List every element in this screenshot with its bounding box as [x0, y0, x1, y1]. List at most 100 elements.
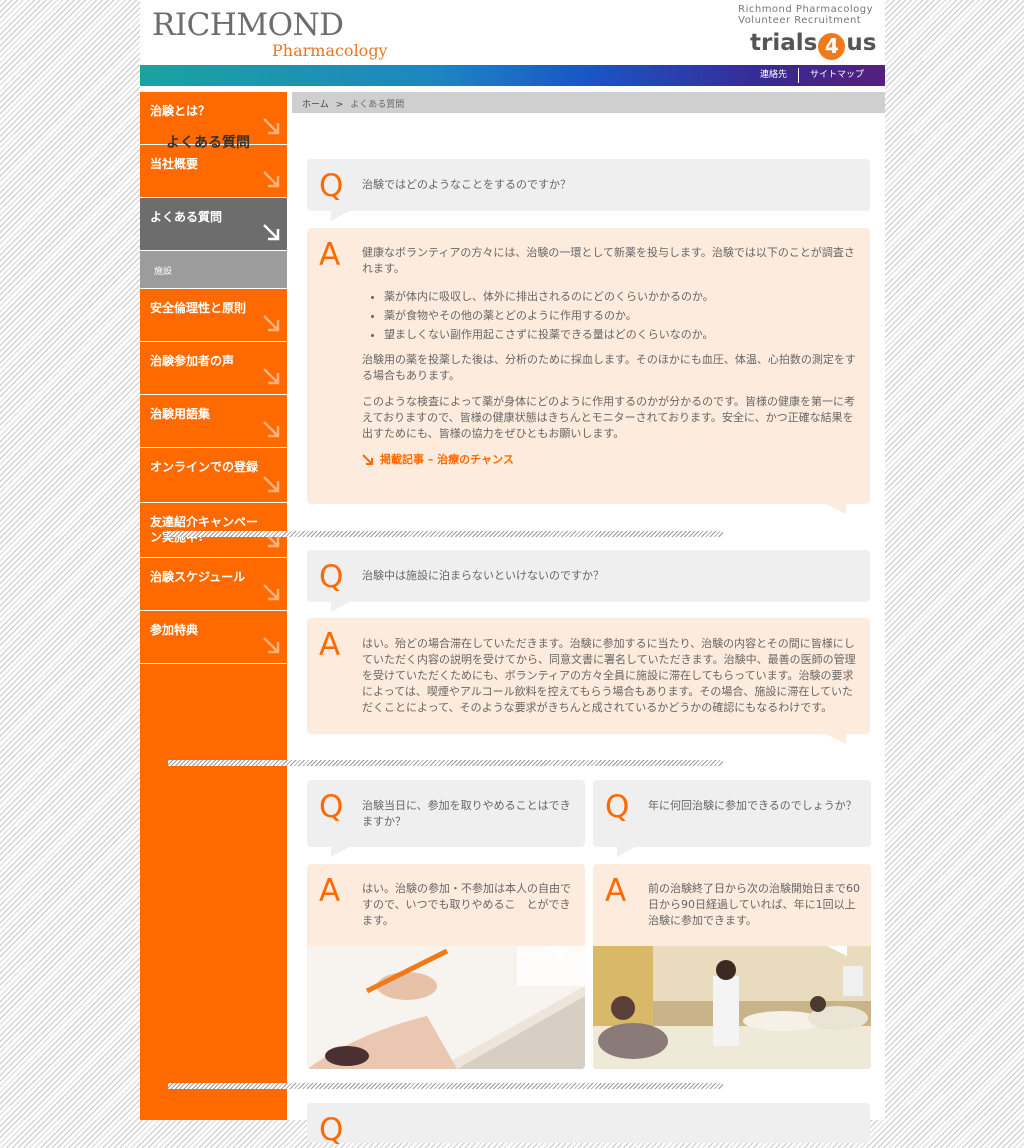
- site-header: RICHMOND Pharmacology Richmond Pharmacol…: [140, 0, 885, 65]
- answer-text: 前の治験終了日から次の治験開始日まで60日から90日経過していれば、年に1回以上…: [648, 882, 860, 927]
- logo-wordmark: RICHMOND: [152, 7, 344, 43]
- arrow-down-right-icon: [263, 421, 280, 438]
- divider: [168, 531, 723, 537]
- speech-tail: [826, 504, 846, 514]
- sidebar-item-faq[interactable]: よくある質問: [140, 198, 287, 251]
- arrow-down-right-icon: [263, 118, 280, 135]
- answer-text: はい。殆どの場合滞在していただきます。治験に参加するに当たり、治験の内容とその間…: [362, 637, 856, 714]
- speech-tail: [617, 847, 635, 857]
- question-box: Q 年に何回治験に参加できるのでしょうか？: [593, 780, 871, 857]
- arrow-down-right-icon: [263, 637, 280, 654]
- question-letter: Q: [319, 559, 344, 595]
- tagline: Richmond Pharmacology Volunteer Recruitm…: [738, 4, 873, 26]
- answer-paragraph: 治験用の薬を投薬した後は、分析のために採血します。そのほかにも血圧、体温、心拍数…: [362, 353, 856, 382]
- top-links: 連絡先 サイトマップ: [749, 68, 875, 83]
- contact-link[interactable]: 連絡先: [749, 68, 798, 83]
- answer-box: A 健康なボランティアの方々には、治験の一環として新薬を投与します。治験では以下…: [307, 228, 870, 514]
- photo-ward-nurse: [593, 946, 871, 1069]
- answer-box: A はい。殆どの場合滞在していただきます。治験に参加するに当たり、治験の内容とそ…: [307, 618, 870, 744]
- speech-tail: [331, 211, 349, 221]
- answer-letter: A: [319, 237, 341, 273]
- sidebar-item-schedule[interactable]: 治験スケジュール: [140, 558, 287, 611]
- answer-box: A はい。治験の参加・不参加は本人の自由ですので、いつでも取りやめるこ とができ…: [307, 864, 585, 946]
- list-item: 薬が体内に吸収し、体外に排出されるのにどのくらいかかるのか。: [384, 287, 859, 306]
- divider: [168, 760, 723, 766]
- question-letter: Q: [319, 168, 344, 204]
- top-nav-bar: 連絡先 サイトマップ: [140, 65, 885, 86]
- trials4us-right: us: [846, 30, 877, 56]
- speech-tail: [331, 847, 349, 857]
- sidebar-item-voices[interactable]: 治験参加者の声: [140, 342, 287, 395]
- richmond-logo[interactable]: RICHMOND Pharmacology: [152, 7, 388, 60]
- breadcrumb-trail: ホーム > よくある質問: [302, 97, 404, 110]
- sidebar-subitem-facility[interactable]: 施設: [140, 251, 287, 289]
- arrow-down-right-icon: [263, 584, 280, 601]
- divider: [168, 1083, 723, 1089]
- breadcrumb-home-link[interactable]: ホーム: [302, 100, 329, 110]
- question-letter: Q: [319, 789, 344, 825]
- sidebar-item-label: オンラインでの登録: [150, 460, 259, 474]
- breadcrumb-current: よくある質問: [350, 100, 405, 110]
- speech-tail: [331, 602, 349, 612]
- tagline-line-1: Richmond Pharmacology: [738, 4, 873, 15]
- trials4us-number: 4: [818, 33, 846, 60]
- trials4us-left: trials: [750, 30, 818, 56]
- question-box: Q 治験当日に、参加を取りやめることはできますか？: [307, 780, 585, 857]
- speech-tail: [541, 946, 561, 956]
- photo-signing-form: [307, 946, 585, 1069]
- sidebar-item-label: 治験参加者の声: [150, 354, 235, 368]
- answer-intro: 健康なボランティアの方々には、治験の一環として新薬を投与します。治験では以下のこ…: [362, 246, 855, 275]
- article-link-label: 掲載記事 – 治療のチャンス: [380, 453, 514, 466]
- article-link[interactable]: 掲載記事 – 治療のチャンス: [362, 452, 859, 468]
- sidebar-item-label: 参加特典: [150, 623, 199, 637]
- speech-tail: [826, 734, 846, 744]
- sidebar-item-ethics[interactable]: 安全倫理性と原則: [140, 289, 287, 342]
- question-text: 治験中は施設に泊まらないといけないのですか？: [362, 569, 604, 582]
- answer-letter: A: [319, 627, 341, 663]
- sitemap-link[interactable]: サイトマップ: [797, 68, 875, 83]
- list-item: 薬が食物やその他の薬とどのように作用するのか。: [384, 306, 859, 325]
- question-text: 治験ではどのようなことをするのですか？: [362, 178, 571, 191]
- answer-text: はい。治験の参加・不参加は本人の自由ですので、いつでも取りやめるこ とができます…: [362, 882, 571, 927]
- sidebar-item-label: よくある質問: [150, 210, 223, 224]
- arrow-down-right-icon: [362, 454, 373, 465]
- question-box: Q: [307, 1103, 870, 1146]
- sidebar-item-label: 当社概要: [150, 157, 199, 171]
- list-item: 望ましくない副作用起こさずに投薬できる量はどのくらいなのか。: [384, 325, 859, 344]
- sidebar-nav: 治験とは？ 当社概要 よくある質問 施設 安全倫理性と原則 治験参加者の声 治験…: [140, 92, 287, 1120]
- question-text: 治験当日に、参加を取りやめることはできますか？: [362, 799, 571, 828]
- sidebar-item-label: 治験用語集: [150, 407, 211, 421]
- question-box: Q 治験ではどのようなことをするのですか？: [307, 159, 870, 221]
- sidebar-item-online-registration[interactable]: オンラインでの登録: [140, 448, 287, 503]
- page-title: よくある質問: [166, 135, 250, 151]
- arrow-down-right-icon: [263, 315, 280, 332]
- arrow-down-right-icon: [263, 368, 280, 385]
- speech-tail: [827, 946, 847, 956]
- photo-signing-form-image: [307, 946, 585, 1069]
- logo-subtitle: Pharmacology: [272, 41, 388, 60]
- tagline-line-2: Volunteer Recruitment: [738, 15, 862, 26]
- answer-box: A 前の治験終了日から次の治験開始日まで60日から90日経過していれば、年に1回…: [593, 864, 871, 946]
- sidebar-item-company[interactable]: 当社概要: [140, 145, 287, 198]
- sidebar-subitem-label: 施設: [154, 267, 173, 277]
- breadcrumb: ホーム > よくある質問: [292, 92, 885, 113]
- sidebar-item-label: 治験とは？: [150, 104, 211, 118]
- answer-text: 健康なボランティアの方々には、治験の一環として新薬を投与します。治験では以下のこ…: [362, 245, 859, 468]
- sidebar-item-label: 友達紹介キャンペーン実施中!: [150, 515, 259, 544]
- sidebar-item-glossary[interactable]: 治験用語集: [140, 395, 287, 448]
- sidebar-item-benefits[interactable]: 参加特典: [140, 611, 287, 664]
- breadcrumb-separator: >: [335, 100, 344, 110]
- question-box: Q 治験中は施設に泊まらないといけないのですか？: [307, 550, 870, 612]
- question-text: 年に何回治験に参加できるのでしょうか？: [648, 799, 857, 812]
- sidebar-item-label: 安全倫理性と原則: [150, 301, 247, 315]
- sidebar-item-label: 治験スケジュール: [150, 570, 246, 584]
- answer-list: 薬が体内に吸収し、体外に排出されるのにどのくらいかかるのか。 薬が食物やその他の…: [362, 287, 859, 344]
- trials4us-logo[interactable]: trials 4 us: [750, 30, 876, 60]
- answer-paragraph: このような検査によって薬が身体にどのように作用するのかが分かるのです。皆様の健康…: [362, 395, 856, 440]
- photo-ward-nurse-image: [593, 946, 871, 1069]
- arrow-down-right-icon: [263, 224, 280, 241]
- question-letter: Q: [605, 789, 630, 825]
- answer-letter: A: [605, 873, 627, 909]
- arrow-down-right-icon: [263, 476, 280, 493]
- answer-letter: A: [319, 873, 341, 909]
